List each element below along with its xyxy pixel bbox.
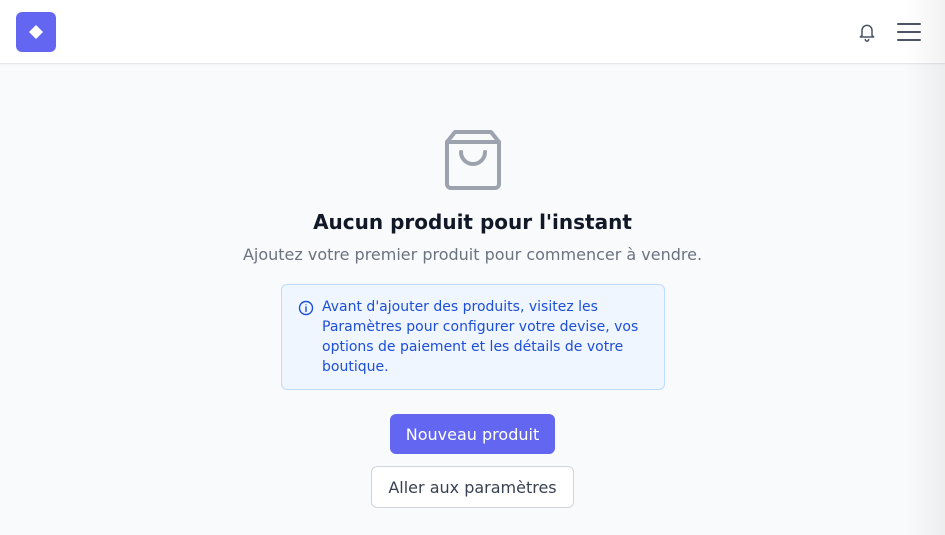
empty-state-subtitle: Ajoutez votre premier produit pour comme… bbox=[242, 245, 703, 264]
scroll-shadow bbox=[905, 0, 945, 535]
shopping-bag-icon bbox=[445, 130, 501, 190]
menu-button[interactable] bbox=[895, 20, 923, 44]
empty-state-title: Aucun produit pour l'instant bbox=[313, 210, 632, 234]
go-to-settings-button[interactable]: Aller aux paramètres bbox=[371, 466, 574, 508]
app-logo[interactable] bbox=[16, 12, 56, 52]
info-notice: Avant d'ajouter des produits, visitez le… bbox=[281, 284, 665, 390]
hamburger-menu-icon bbox=[897, 23, 921, 41]
info-circle-icon bbox=[298, 300, 314, 316]
new-product-button[interactable]: Nouveau produit bbox=[390, 414, 555, 454]
bell-icon bbox=[859, 24, 875, 42]
notifications-button[interactable] bbox=[856, 21, 878, 43]
top-bar bbox=[0, 0, 945, 64]
info-notice-text: Avant d'ajouter des produits, visitez le… bbox=[322, 299, 639, 375]
diamond-icon bbox=[29, 25, 43, 39]
